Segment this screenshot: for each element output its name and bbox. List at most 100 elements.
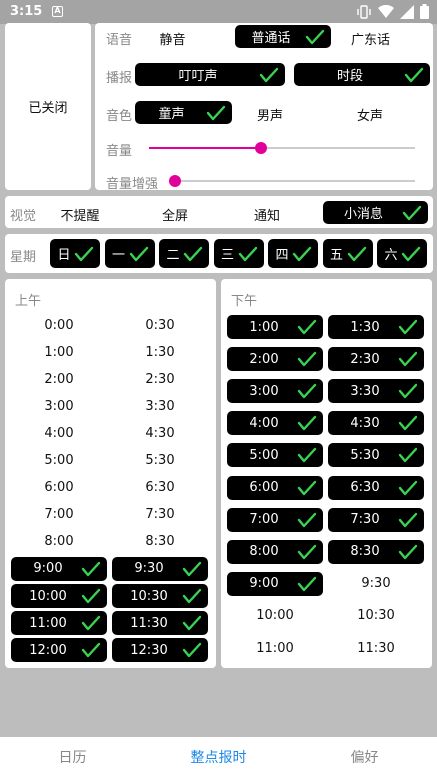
pm-slot[interactable]: 9:30 [328, 572, 424, 596]
pm-slot[interactable]: 2:30 [328, 347, 424, 372]
closed-card[interactable]: 已关闭 [5, 23, 91, 190]
visual-option-none[interactable]: 不提醒 [55, 205, 105, 224]
tab-hourly-chime[interactable]: 整点报时 [146, 737, 291, 776]
am-slot[interactable]: 5:00 [11, 449, 107, 473]
check-icon [297, 576, 317, 591]
check-icon [297, 544, 317, 559]
signal-icon [400, 4, 414, 19]
am-slot[interactable]: 10:30 [112, 584, 208, 608]
check-icon [238, 246, 257, 261]
am-slot[interactable]: 7:30 [112, 503, 208, 527]
check-icon [81, 615, 101, 631]
am-slot[interactable]: 12:00 [11, 638, 107, 663]
weekday-1[interactable]: 一 [104, 239, 155, 268]
tab-preferences[interactable]: 偏好 [292, 737, 437, 776]
speech-option-cantonese[interactable]: 广东话 [343, 29, 398, 48]
broadcast-option-period[interactable]: 时段 [294, 63, 430, 86]
am-slot[interactable]: 0:30 [112, 313, 208, 337]
broadcast-option-chime[interactable]: 叮叮声 [135, 63, 285, 86]
pm-card: 下午 1:00 1:30 2:00 2:30 3:00 3:30 4:00 4:30 5:00 5… [221, 279, 432, 668]
pm-slot[interactable]: 11:30 [328, 636, 424, 660]
check-icon [404, 67, 424, 82]
pm-slot[interactable]: 5:30 [328, 443, 424, 468]
pm-slot[interactable]: 7:00 [227, 507, 323, 532]
am-slot[interactable]: 6:30 [112, 476, 208, 500]
check-icon [297, 448, 317, 463]
speech-option-mute[interactable]: 静音 [155, 29, 190, 48]
tab-calendar[interactable]: 日历 [0, 737, 145, 776]
pm-slot[interactable]: 1:00 [227, 315, 323, 339]
pm-slot[interactable]: 2:00 [227, 347, 323, 372]
visual-option-small-message[interactable]: 小消息 [323, 201, 428, 224]
am-slot[interactable]: 11:00 [11, 611, 107, 636]
timbre-option-female[interactable]: 女声 [350, 105, 390, 124]
weekday-0[interactable]: 日 [50, 239, 100, 268]
pm-slot[interactable]: 10:30 [328, 604, 424, 628]
check-icon [398, 512, 418, 527]
pm-slot[interactable]: 10:00 [227, 604, 323, 628]
weekday-4[interactable]: 四 [268, 239, 318, 268]
volume-label: 音量 [106, 144, 133, 159]
pm-slot[interactable]: 3:30 [328, 379, 424, 404]
pm-slot[interactable]: 9:00 [227, 571, 323, 596]
broadcast-label: 播报 [106, 71, 133, 86]
weekday-6[interactable]: 六 [377, 239, 427, 268]
check-icon [398, 480, 418, 495]
am-slot[interactable]: 1:00 [11, 340, 107, 364]
notification-a-icon: A [52, 6, 63, 17]
am-slot[interactable]: 0:00 [11, 313, 107, 337]
weekday-3[interactable]: 三 [213, 239, 264, 268]
pm-slot[interactable]: 8:00 [227, 539, 323, 564]
am-slot[interactable]: 3:00 [11, 394, 107, 418]
pm-slot[interactable]: 6:00 [227, 475, 323, 500]
timbre-option-child[interactable]: 童声 [135, 101, 232, 124]
visual-label: 视觉 [10, 209, 37, 224]
speech-label: 语音 [106, 33, 133, 48]
pm-slot[interactable]: 11:00 [227, 636, 323, 660]
check-icon [297, 351, 317, 367]
am-slot[interactable]: 1:30 [112, 340, 208, 364]
am-title: 上午 [15, 294, 42, 309]
pm-slot[interactable]: 5:00 [227, 443, 323, 468]
am-slot[interactable]: 3:30 [112, 394, 208, 418]
weekday-2[interactable]: 二 [159, 239, 209, 268]
check-icon [81, 642, 101, 658]
timbre-label: 音色 [106, 109, 133, 124]
visual-option-notification[interactable]: 通知 [247, 205, 287, 224]
am-slot[interactable]: 6:00 [11, 476, 107, 500]
volume-slider-thumb[interactable] [254, 142, 267, 154]
am-slot[interactable]: 11:30 [112, 611, 208, 636]
am-slot[interactable]: 10:00 [11, 584, 107, 608]
check-icon [292, 246, 312, 261]
weekday-5[interactable]: 五 [322, 239, 373, 268]
boost-slider-track[interactable] [175, 180, 415, 182]
am-slot[interactable]: 2:00 [11, 367, 107, 391]
am-slot[interactable]: 2:30 [112, 367, 208, 391]
pm-slot[interactable]: 1:30 [328, 315, 424, 339]
pm-slot[interactable]: 4:00 [227, 411, 323, 436]
pm-slot[interactable]: 6:30 [328, 475, 424, 500]
volume-slider-fill [149, 147, 261, 149]
am-slot[interactable]: 8:00 [11, 530, 107, 554]
check-icon [398, 351, 418, 367]
am-slot[interactable]: 7:00 [11, 503, 107, 527]
pm-slot[interactable]: 3:00 [227, 379, 323, 404]
timbre-option-male[interactable]: 男声 [250, 105, 290, 124]
am-card: 上午 0:00 0:30 1:00 1:30 2:00 2:30 3:00 3:30 4:00 4… [5, 279, 216, 668]
visual-card: 视觉 不提醒 全屏 通知 小消息 [5, 196, 433, 228]
am-slot[interactable]: 4:00 [11, 421, 107, 445]
pm-title: 下午 [231, 294, 258, 309]
am-slot[interactable]: 9:00 [11, 556, 107, 581]
am-slot[interactable]: 8:30 [112, 530, 208, 554]
pm-slot[interactable]: 7:30 [328, 507, 424, 532]
am-slot[interactable]: 12:30 [112, 638, 208, 663]
am-slot[interactable]: 5:30 [112, 449, 208, 473]
visual-option-fullscreen[interactable]: 全屏 [155, 205, 195, 224]
boost-slider-thumb[interactable] [169, 175, 181, 187]
am-slot[interactable]: 9:30 [112, 556, 208, 581]
pm-slot[interactable]: 8:30 [328, 539, 424, 564]
am-slot[interactable]: 4:30 [112, 421, 208, 445]
pm-slot[interactable]: 4:30 [328, 411, 424, 436]
speech-option-mandarin[interactable]: 普通话 [235, 25, 331, 48]
check-icon [182, 561, 202, 577]
